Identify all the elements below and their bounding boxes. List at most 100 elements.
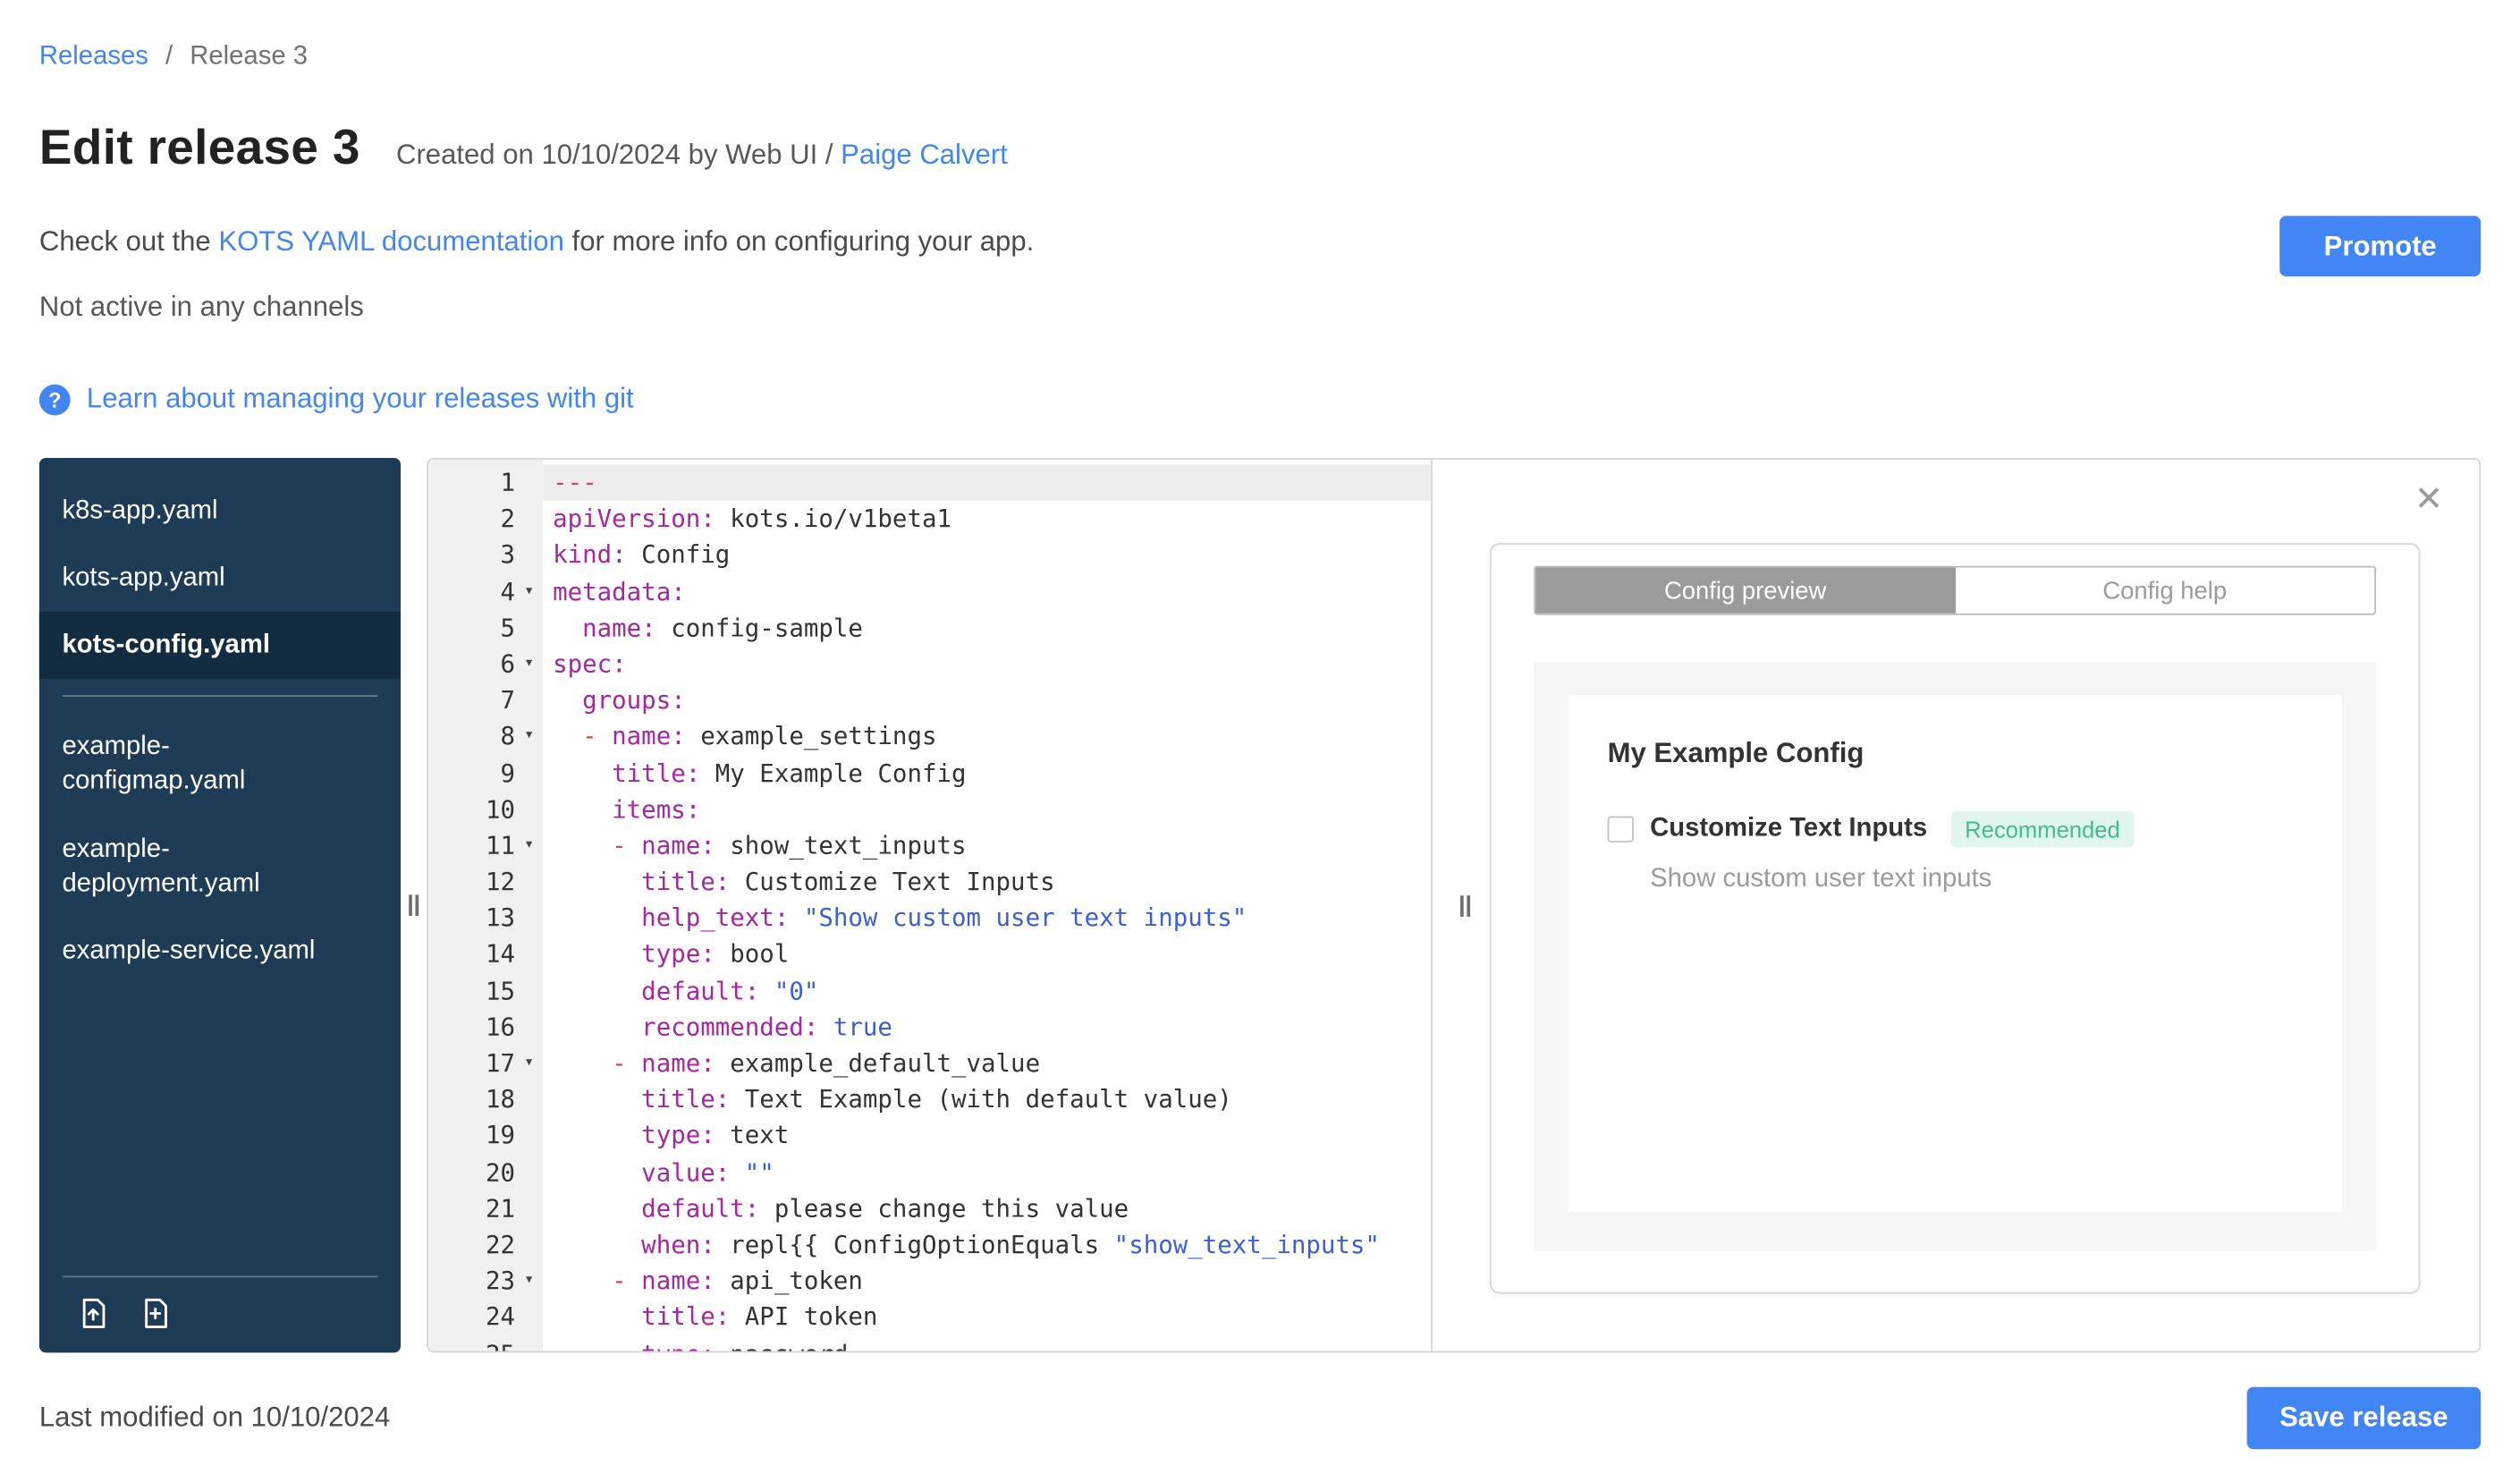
gutter-line[interactable]: 15 <box>428 972 543 1009</box>
code-line[interactable]: default: "0" <box>543 972 1431 1009</box>
gutter-line[interactable]: 14 <box>428 936 543 973</box>
file-tree-resize-handle[interactable] <box>401 458 427 1352</box>
gutter-line[interactable]: 12 <box>428 864 543 901</box>
code-line[interactable]: value: "" <box>543 1154 1431 1190</box>
gutter-line[interactable]: 4 ▾ <box>428 573 543 610</box>
fold-arrow-icon[interactable]: ▾ <box>515 827 543 864</box>
tab-config-preview[interactable]: Config preview <box>1535 567 1956 614</box>
breadcrumb-current: Release 3 <box>190 42 308 71</box>
code-token: recommended: <box>641 1012 819 1042</box>
code-line[interactable]: title: Text Example (with default value) <box>543 1081 1431 1118</box>
last-modified: Last modified on 10/10/2024 <box>38 1402 391 1433</box>
editor-code[interactable]: --- apiVersion: kots.io/v1beta1 kind: Conf… <box>543 460 1432 1351</box>
code-line[interactable]: metadata: <box>543 573 1431 610</box>
code-line[interactable]: spec: <box>543 646 1431 682</box>
fold-arrow-icon[interactable]: ▾ <box>515 646 543 682</box>
code-line[interactable]: kind: Config <box>543 537 1431 573</box>
code-line[interactable]: - name: api_token <box>543 1263 1431 1300</box>
gutter-line[interactable]: 2 <box>428 501 543 538</box>
code-line[interactable]: title: API token <box>543 1300 1431 1336</box>
code-line[interactable]: items: <box>543 792 1431 828</box>
code-line[interactable]: name: config-sample <box>543 610 1431 647</box>
code-line[interactable]: --- <box>543 464 1432 501</box>
code-line[interactable]: type: password <box>543 1335 1431 1351</box>
resize-grip <box>1467 894 1470 917</box>
gutter-line[interactable]: 21 <box>428 1190 543 1227</box>
gutter-line[interactable]: 9 <box>428 755 543 792</box>
gutter-line[interactable]: 11 ▾ <box>428 827 543 864</box>
gutter-line[interactable]: 23 ▾ <box>428 1263 543 1300</box>
author-link[interactable]: Paige Calvert <box>841 139 1008 170</box>
code-line[interactable]: when: repl{{ ConfigOptionEquals "show_te… <box>543 1226 1431 1263</box>
save-release-button[interactable]: Save release <box>2246 1386 2482 1450</box>
code-token: My Example Config <box>700 758 967 788</box>
new-file-icon[interactable] <box>138 1295 173 1331</box>
code-token: items: <box>612 794 701 825</box>
code-line[interactable]: recommended: true <box>543 1009 1431 1046</box>
code-line[interactable]: help_text: "Show custom user text inputs… <box>543 900 1431 936</box>
file-tree-item[interactable]: kots-app.yaml <box>39 545 401 612</box>
gutter-line[interactable]: 24 <box>428 1300 543 1336</box>
gutter-line[interactable]: 5 <box>428 610 543 647</box>
code-line[interactable]: title: My Example Config <box>543 755 1431 792</box>
code-token: help_text: <box>641 902 790 933</box>
gutter-line[interactable]: 20 <box>428 1154 543 1190</box>
file-tree-item[interactable]: example-deployment.yaml <box>39 816 401 918</box>
file-tree-item[interactable]: kots-config.yaml <box>38 612 402 680</box>
gutter-line[interactable]: 13 <box>428 900 543 936</box>
kots-yaml-doc-link[interactable]: KOTS YAML documentation <box>218 225 564 257</box>
file-tree-item[interactable]: k8s-app.yaml <box>39 478 401 545</box>
file-tree-list: k8s-app.yaml kots-app.yaml kots-config.yam… <box>38 478 402 985</box>
editor-resize-handle[interactable] <box>1460 894 1470 917</box>
git-help-link[interactable]: Learn about managing your releases with … <box>87 383 634 416</box>
code-editor[interactable]: 1 2 3 4 ▾ 5 6 ▾ 7 8 ▾ 9 10 11 ▾ 12 13 14 15 16 17 ▾ 18 19 20 21 22… <box>428 459 1433 1351</box>
code-token: show_text_inputs <box>715 830 967 860</box>
upload-file-icon[interactable] <box>75 1295 111 1331</box>
code-line[interactable]: - name: example_settings <box>543 718 1431 755</box>
gutter-line[interactable]: 3 <box>428 537 543 573</box>
breadcrumb-separator: / <box>165 42 173 71</box>
code-line[interactable]: type: text <box>543 1118 1431 1155</box>
gutter-line[interactable]: 17 ▾ <box>428 1046 543 1082</box>
gutter-line[interactable]: 10 <box>428 792 543 828</box>
close-icon[interactable]: ✕ <box>2414 482 2443 516</box>
code-token: password <box>715 1339 848 1351</box>
fold-arrow-icon[interactable]: ▾ <box>515 1046 543 1082</box>
code-line[interactable]: apiVersion: kots.io/v1beta1 <box>543 501 1431 538</box>
code-line[interactable]: title: Customize Text Inputs <box>543 864 1431 901</box>
gutter-line[interactable]: 1 <box>428 464 543 501</box>
code-line[interactable]: - name: example_default_value <box>543 1046 1431 1082</box>
code-line[interactable]: type: bool <box>543 936 1431 973</box>
promote-button[interactable]: Promote <box>2279 216 2482 277</box>
code-line[interactable]: default: please change this value <box>543 1190 1431 1227</box>
code-token: name: <box>612 722 686 751</box>
fold-arrow-icon[interactable]: ▾ <box>515 573 543 610</box>
tab-config-help[interactable]: Config help <box>1955 567 2375 614</box>
line-number: 13 <box>486 902 516 933</box>
code-line[interactable]: groups: <box>543 682 1431 719</box>
gutter-line[interactable]: 7 <box>428 682 543 719</box>
file-tree-item[interactable]: example-configmap.yaml <box>39 714 401 816</box>
fold-arrow-icon[interactable]: ▾ <box>515 718 543 755</box>
gutter-line[interactable]: 25 <box>428 1335 543 1351</box>
gutter-line[interactable]: 18 <box>428 1081 543 1118</box>
gutter-line[interactable]: 22 <box>428 1226 543 1263</box>
fold-arrow-icon[interactable]: ▾ <box>515 1263 543 1300</box>
doc-line-suffix: for more info on configuring your app. <box>571 225 1035 258</box>
gutter-line[interactable]: 19 <box>428 1118 543 1155</box>
code-token: apiVersion: <box>553 504 715 534</box>
code-line[interactable]: - name: show_text_inputs <box>543 827 1431 864</box>
line-number: 8 <box>500 722 516 751</box>
breadcrumb-releases-link[interactable]: Releases <box>39 43 148 71</box>
code-token: "show_text_inputs" <box>1113 1230 1380 1259</box>
gutter-line[interactable]: 6 ▾ <box>428 646 543 682</box>
gutter-line[interactable]: 8 ▾ <box>428 718 543 755</box>
config-checkbox[interactable] <box>1607 816 1634 843</box>
file-tree-item[interactable]: example-service.yaml <box>39 917 401 984</box>
code-token: title: <box>641 1302 731 1333</box>
gutter-line[interactable]: 16 <box>428 1009 543 1046</box>
